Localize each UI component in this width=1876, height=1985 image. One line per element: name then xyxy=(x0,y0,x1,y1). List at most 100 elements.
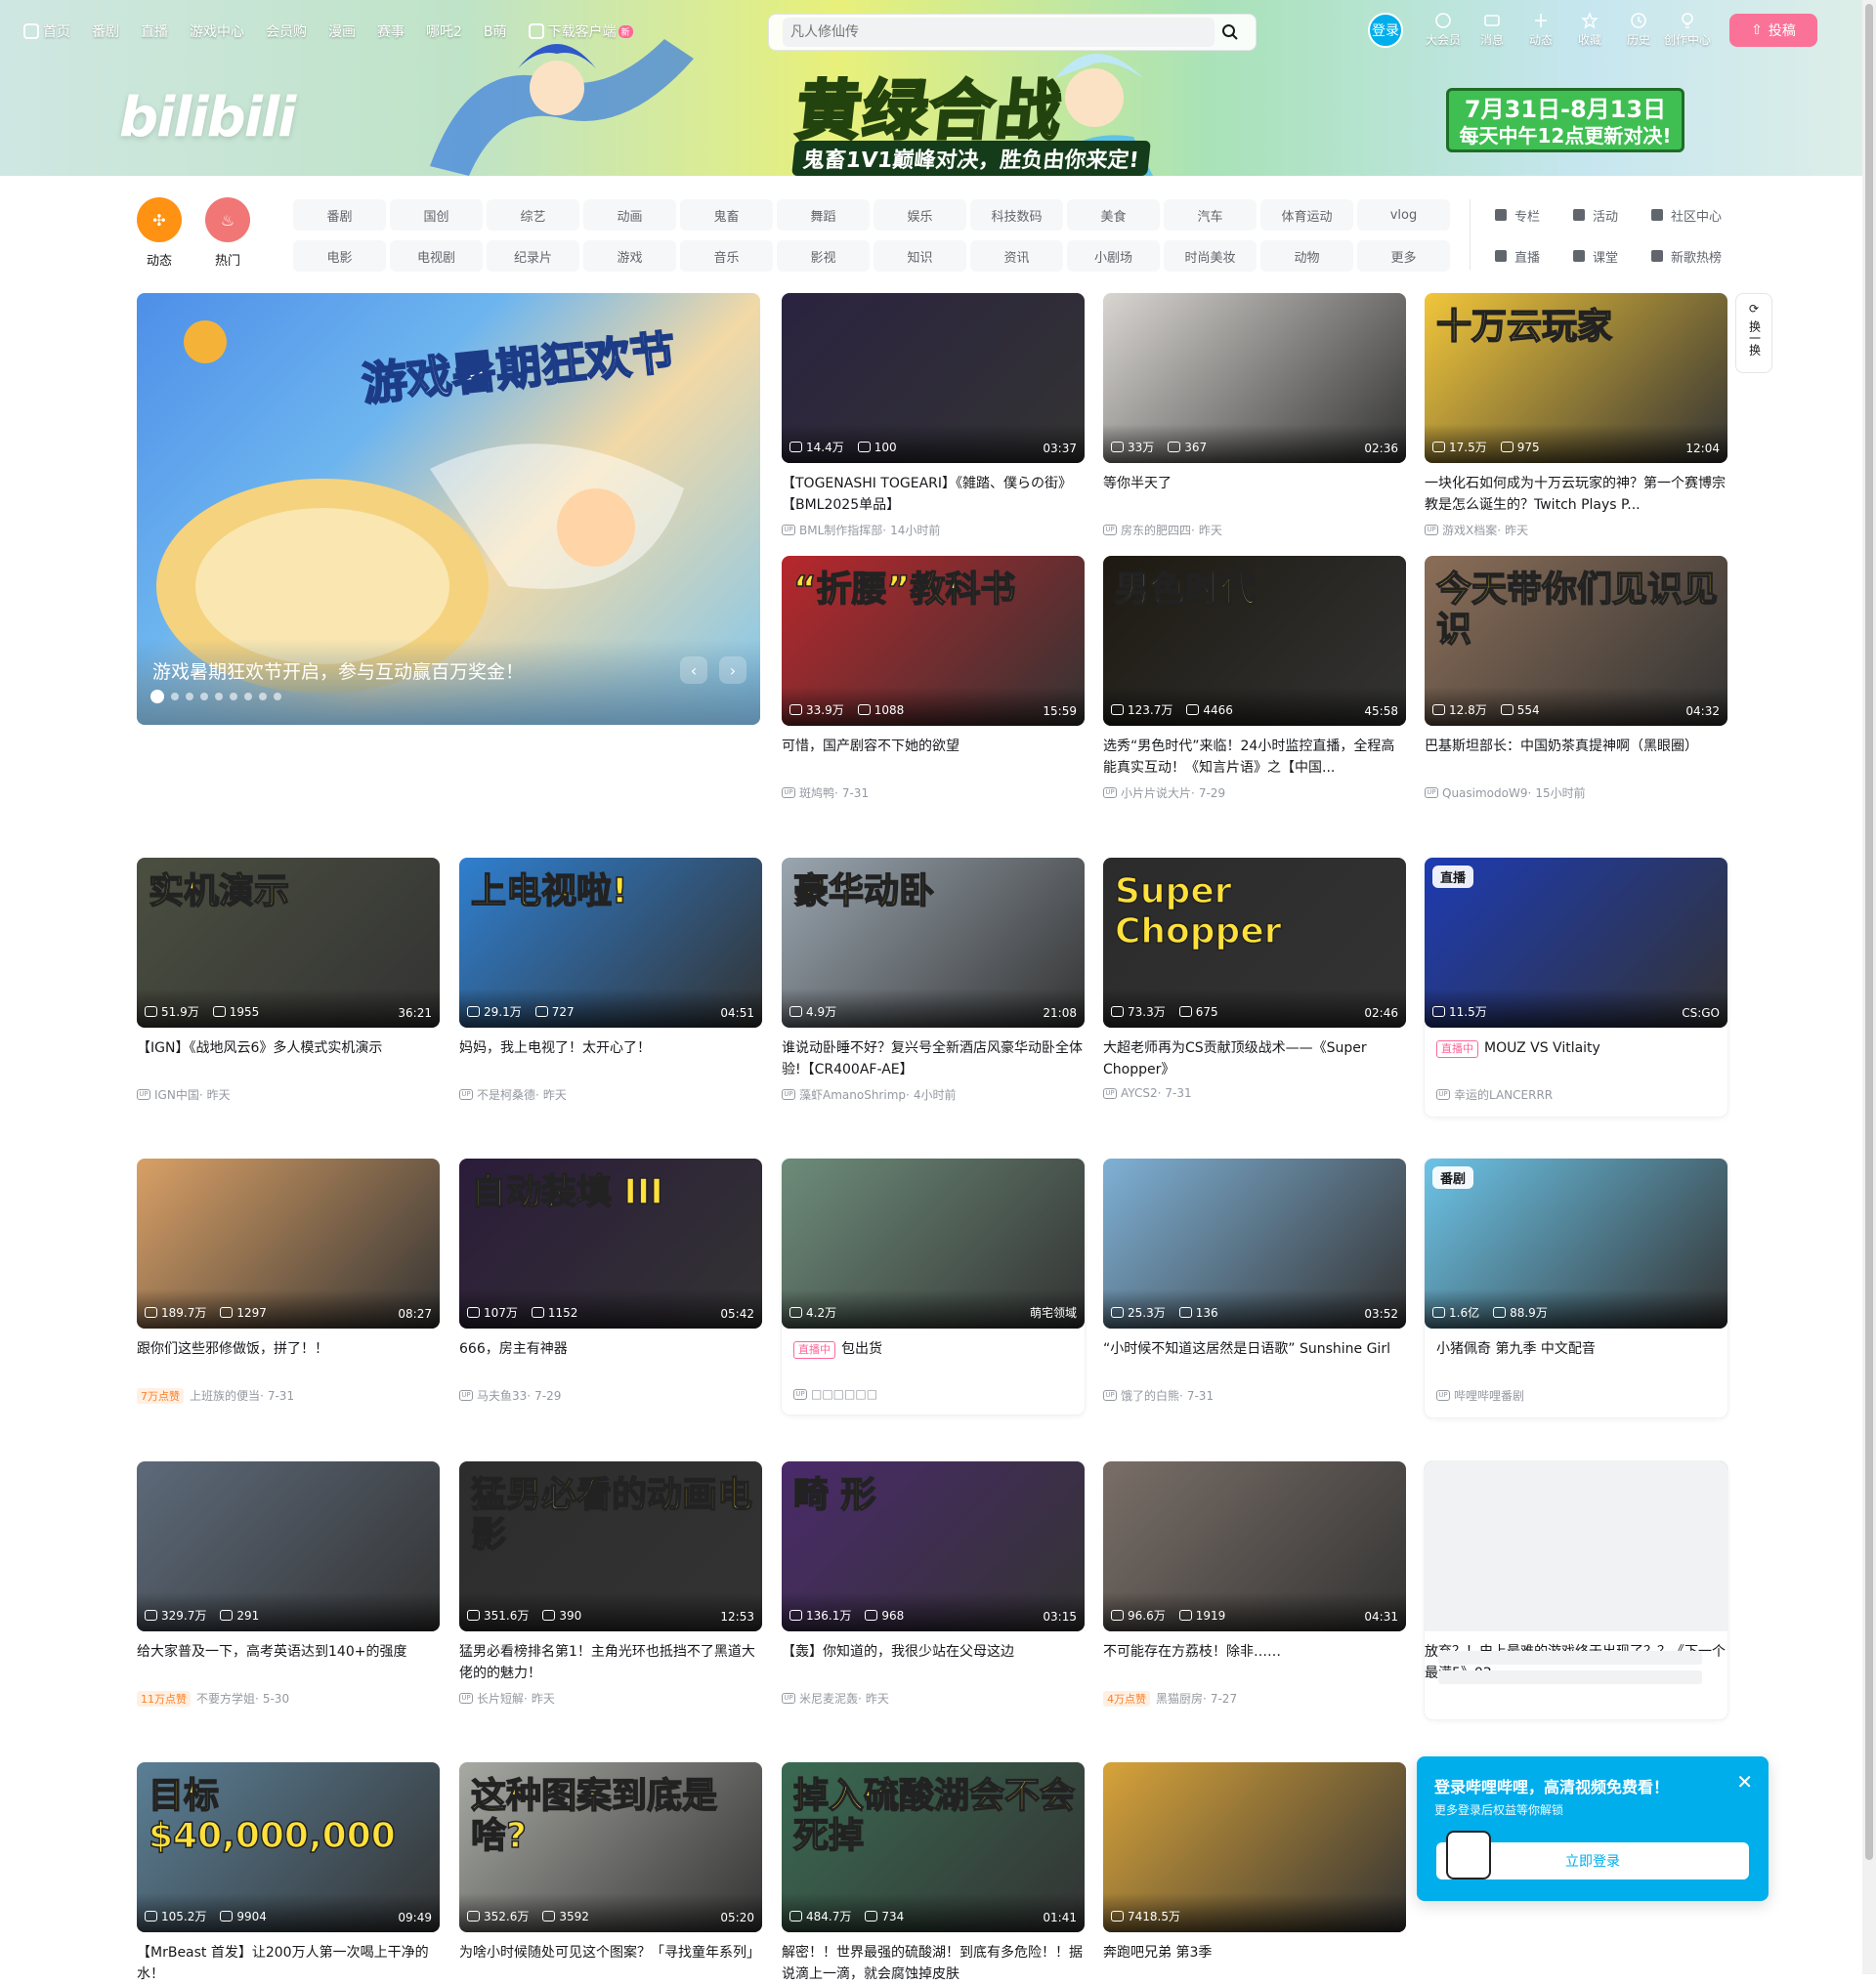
video-title[interactable]: 小猪佩奇 第九季 中文配音 xyxy=(1425,1338,1727,1381)
carousel-dot[interactable] xyxy=(274,693,281,700)
video-card[interactable]: “折腰”教科书 33.9万 1088 15:59 可惜，国产剧容不下她的欲望 UP 斑鸠鸭 … xyxy=(782,556,1085,801)
video-meta[interactable]: UP IGN中国 · 昨天 xyxy=(137,1086,440,1103)
video-card[interactable]: 番剧 1.6亿 88.9万 小猪佩奇 第九季 中文配音 UP 哔哩哔哩番剧 xyxy=(1425,1159,1727,1417)
video-card[interactable]: 7418.5万奔跑吧兄弟 第3季 xyxy=(1103,1762,1406,1985)
video-card[interactable]: 4.2万 萌宅领域直播中 包出货 UP □□□□□□ xyxy=(782,1159,1085,1415)
video-title[interactable]: 【MrBeast 首发】让200万人第一次喝上干净的水！ xyxy=(137,1942,440,1985)
channel-link[interactable]: 课堂 xyxy=(1573,240,1649,272)
video-card[interactable]: 189.7万 1297 08:27 跟你们这些邪修做饭，拼了！！ 7万点赞 上班族的便当 … xyxy=(137,1159,440,1404)
video-card[interactable]: 豪华动卧 4.9万 21:08 谁说动卧睡不好？复兴号全新酒店风豪华动卧全体验!【CR… xyxy=(782,858,1085,1103)
channel-item[interactable]: 鬼畜 xyxy=(680,199,773,231)
history-tool[interactable]: 历史 xyxy=(1614,12,1663,48)
video-card[interactable]: 直播 11.5万 CS:GO 直播中 MOUZ VS Vitlaity UP 幸运的LANC… xyxy=(1425,858,1727,1117)
video-card[interactable]: Super Chopper 73.3万 675 02:46 大超老师再为CS贡献顶级战术… xyxy=(1103,858,1406,1100)
video-card[interactable]: 掉入硫酸湖会不会死掉 484.7万 734 01:41 解密！！世界最强的硫酸湖！到底有… xyxy=(782,1762,1085,1985)
video-thumbnail[interactable]: 猛男必看的动画电影 351.6万 390 12:53 xyxy=(459,1461,762,1631)
video-card[interactable]: 14.4万 100 03:37 【TOGENASHI TOGEARI】《雑踏、僕らの街… xyxy=(782,293,1085,538)
video-meta[interactable]: UP 饿了的白熊 · 7-31 xyxy=(1103,1387,1406,1404)
video-thumbnail[interactable]: 今天带你们见识见识 12.8万 554 04:32 xyxy=(1425,556,1727,726)
carousel-dot[interactable] xyxy=(244,693,252,700)
video-thumbnail[interactable]: 目标 $40,000,000 105.2万 9904 09:49 xyxy=(137,1762,440,1932)
carousel-dot[interactable] xyxy=(259,693,267,700)
channel-item[interactable]: 国创 xyxy=(390,199,483,231)
video-meta[interactable]: 4万点赞 黑猫厨房 · 7-27 xyxy=(1103,1690,1406,1707)
video-title[interactable]: 直播中 包出货 xyxy=(782,1338,1085,1381)
channel-item[interactable]: 知识 xyxy=(874,240,966,272)
video-meta[interactable]: UP 藻虾AmanoShrimp · 4小时前 xyxy=(782,1086,1085,1103)
channel-item[interactable]: 电影 xyxy=(293,240,386,272)
video-title[interactable]: 为啥小时候随处可见这个图案？「寻找童年系列」 xyxy=(459,1942,762,1985)
channel-item[interactable]: 音乐 xyxy=(680,240,773,272)
video-thumbnail[interactable]: 这种图案到底是啥? 352.6万 3592 05:20 xyxy=(459,1762,762,1932)
search-input[interactable] xyxy=(783,18,1215,47)
video-title[interactable]: 选秀“男色时代”来临！24小时监控直播，全程高能真实互动！《知言片语》之【中国.… xyxy=(1103,736,1406,779)
carousel-dot[interactable] xyxy=(171,693,179,700)
video-title[interactable]: 【轰】你知道的，我很少站在父母这边 xyxy=(782,1641,1085,1684)
video-title[interactable]: 奔跑吧兄弟 第3季 xyxy=(1103,1942,1406,1985)
video-card[interactable]: 25.3万 136 03:52 “小时候不知道这居然是日语歌” Sunshine Gi… xyxy=(1103,1159,1406,1404)
nav-manga[interactable]: 漫画 xyxy=(328,21,356,41)
nav-bmeng[interactable]: B萌 xyxy=(484,21,507,41)
quick-hot[interactable]: ♨ 热门 xyxy=(205,197,250,269)
video-card[interactable]: 329.7万 291 给大家普及一下，高考英语达到140+的强度 11万点赞 不要方学姐… xyxy=(137,1461,440,1707)
channel-item[interactable]: 体育运动 xyxy=(1260,199,1353,231)
channel-item[interactable]: 汽车 xyxy=(1164,199,1257,231)
channel-item[interactable]: 时尚美妆 xyxy=(1164,240,1257,272)
video-thumbnail[interactable]: 33万 367 02:36 xyxy=(1103,293,1406,463)
video-title[interactable]: 谁说动卧睡不好？复兴号全新酒店风豪华动卧全体验!【CR400AF-AE】 xyxy=(782,1037,1085,1080)
video-thumbnail[interactable]: 7418.5万 xyxy=(1103,1762,1406,1932)
video-meta[interactable]: UP 不是柯桑德 · 昨天 xyxy=(459,1086,762,1103)
video-meta[interactable]: UP 游戏X档案 · 昨天 xyxy=(1425,522,1727,538)
video-meta[interactable]: UP QuasimodoW9 · 15小时前 xyxy=(1425,784,1727,801)
vip-tool[interactable]: 大会员 xyxy=(1419,12,1468,48)
carousel-next-button[interactable]: › xyxy=(719,656,746,684)
video-card[interactable]: 这种图案到底是啥? 352.6万 3592 05:20 为啥小时候随处可见这个图案？「寻… xyxy=(459,1762,762,1985)
video-meta[interactable]: UP 马夫鱼33 · 7-29 xyxy=(459,1387,762,1404)
video-thumbnail[interactable]: 豪华动卧 4.9万 21:08 xyxy=(782,858,1085,1028)
video-thumbnail[interactable]: Super Chopper 73.3万 675 02:46 xyxy=(1103,858,1406,1028)
video-title[interactable]: 妈妈，我上电视了！太开心了！ xyxy=(459,1037,762,1080)
channel-link[interactable]: 活动 xyxy=(1573,199,1649,231)
carousel-dot[interactable] xyxy=(186,693,193,700)
video-meta[interactable]: UP BML制作指挥部 · 14小时前 xyxy=(782,522,1085,538)
channel-item[interactable]: 小剧场 xyxy=(1067,240,1160,272)
upload-button[interactable]: ⇧ 投稿 xyxy=(1729,13,1817,47)
nav-download[interactable]: 下载客户端新 xyxy=(528,21,633,41)
video-thumbnail[interactable]: 实机演示 51.9万 1955 36:21 xyxy=(137,858,440,1028)
channel-link[interactable]: 社区中心 xyxy=(1651,199,1759,231)
dynamic-tool[interactable]: 动态 xyxy=(1516,12,1565,48)
bilibili-logo[interactable]: bilibili xyxy=(119,86,296,149)
video-thumbnail[interactable]: 96.6万 1919 04:31 xyxy=(1103,1461,1406,1631)
video-thumbnail[interactable]: 4.2万 萌宅领域 xyxy=(782,1159,1085,1329)
video-title[interactable]: 一块化石如何成为十万云玩家的神？第一个赛博宗教是怎么诞生的？Twitch Pla… xyxy=(1425,473,1727,516)
video-thumbnail[interactable]: 上电视啦! 29.1万 727 04:51 xyxy=(459,858,762,1028)
channel-item[interactable]: 纪录片 xyxy=(487,240,579,272)
channel-item[interactable]: 更多 xyxy=(1357,240,1450,272)
channel-item[interactable]: 游戏 xyxy=(583,240,676,272)
video-meta[interactable]: UP 斑鸠鸭 · 7-31 xyxy=(782,784,1085,801)
channel-link[interactable]: 专栏 xyxy=(1495,199,1571,231)
nav-home[interactable]: 首页 xyxy=(23,21,70,41)
video-meta[interactable]: UP 长片短解 · 昨天 xyxy=(459,1690,762,1707)
video-title[interactable]: 巴基斯坦部长：中国奶茶真提神啊（黑眼圈） xyxy=(1425,736,1727,779)
nav-live[interactable]: 直播 xyxy=(141,21,168,41)
channel-item[interactable]: 舞蹈 xyxy=(777,199,870,231)
channel-item[interactable]: 资讯 xyxy=(970,240,1063,272)
video-thumbnail[interactable]: “折腰”教科书 33.9万 1088 15:59 xyxy=(782,556,1085,726)
channel-item[interactable]: 番剧 xyxy=(293,199,386,231)
scrollbar[interactable] xyxy=(1862,0,1876,1974)
video-title[interactable]: 【TOGENASHI TOGEARI】《雑踏、僕らの街》【BML2025单品】 xyxy=(782,473,1085,516)
video-meta[interactable]: UP □□□□□□ xyxy=(782,1387,1085,1401)
video-thumbnail[interactable]: 直播 11.5万 CS:GO xyxy=(1425,858,1727,1028)
video-thumbnail[interactable]: 番剧 1.6亿 88.9万 xyxy=(1425,1159,1727,1329)
video-card[interactable]: 上电视啦! 29.1万 727 04:51 妈妈，我上电视了！太开心了！ UP 不是柯桑德 … xyxy=(459,858,762,1103)
carousel-prev-button[interactable]: ‹ xyxy=(680,656,707,684)
channel-item[interactable]: 娱乐 xyxy=(874,199,966,231)
video-thumbnail[interactable]: 189.7万 1297 08:27 xyxy=(137,1159,440,1329)
video-title[interactable]: 666，房主有神器 xyxy=(459,1338,762,1381)
video-card[interactable]: 男色时代 123.7万 4466 45:58 选秀“男色时代”来临！24小时监控直播，全… xyxy=(1103,556,1406,801)
quick-dynamic[interactable]: ✣ 动态 xyxy=(137,197,182,269)
video-card[interactable]: 目标 $40,000,000 105.2万 9904 09:49 【MrBeast 首发… xyxy=(137,1762,440,1985)
carousel-caption[interactable]: 游戏暑期狂欢节开启，参与互动赢百万奖金！ xyxy=(152,657,524,684)
carousel-dot[interactable] xyxy=(150,690,164,703)
